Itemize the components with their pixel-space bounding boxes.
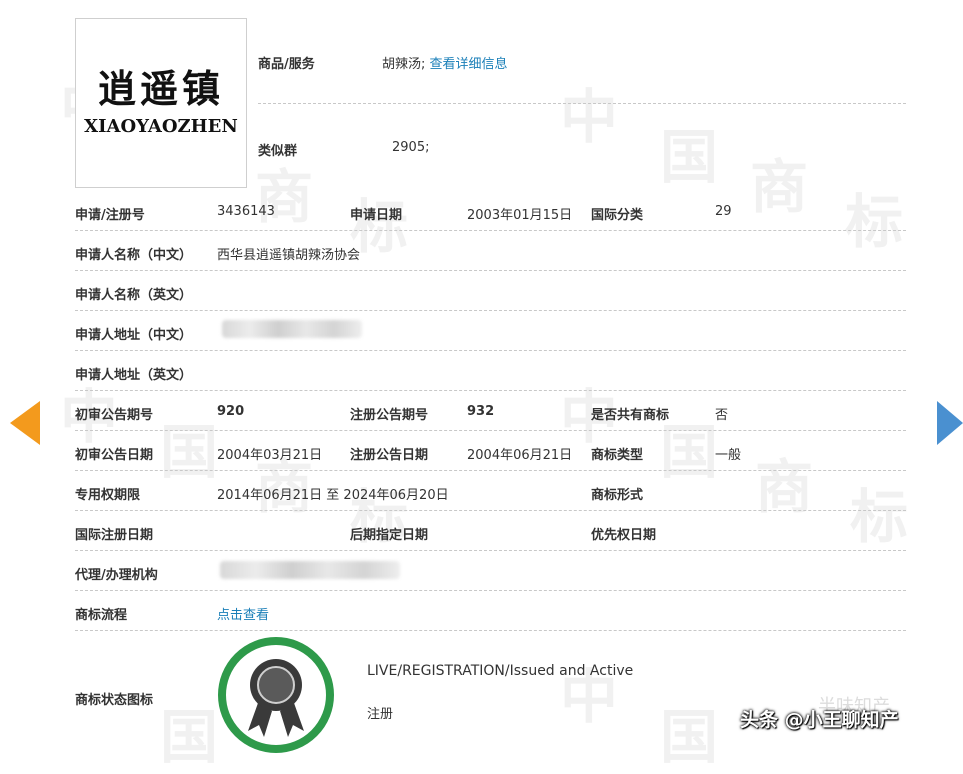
intl-class-value: 29	[715, 204, 732, 219]
prelim-no-label: 初审公告期号	[75, 408, 154, 423]
reg-pub-date-label: 注册公告日期	[350, 448, 429, 463]
mark-form-label: 商标形式	[591, 488, 644, 503]
reg-pub-date-value: 2004年06月21日	[467, 448, 573, 463]
agent-label: 代理/办理机构	[75, 568, 158, 583]
divider	[75, 310, 906, 311]
redacted-agent	[220, 561, 400, 579]
prelim-date-label: 初审公告日期	[75, 448, 154, 463]
reg-no-value: 3436143	[217, 204, 275, 219]
reg-pub-no-value: 932	[467, 404, 495, 419]
divider	[258, 103, 906, 104]
status-icon-label: 商标状态图标	[75, 693, 154, 708]
divider	[75, 390, 906, 391]
reg-no-label: 申请/注册号	[75, 208, 145, 223]
apply-date-label: 申请日期	[350, 208, 403, 223]
watermark: 国	[160, 418, 219, 486]
similar-group-value: 2905;	[392, 140, 430, 155]
later-desig-label: 后期指定日期	[350, 528, 429, 543]
ribbon-award-icon	[248, 659, 304, 737]
apply-date-value: 2003年01月15日	[467, 208, 573, 223]
status-badge-icon	[218, 637, 334, 753]
process-label: 商标流程	[75, 608, 128, 623]
address-cn-label: 申请人地址（中文）	[75, 328, 193, 343]
intl-class-label: 国际分类	[591, 208, 644, 223]
address-en-label: 申请人地址（英文）	[75, 368, 193, 383]
shared-value: 否	[715, 408, 729, 423]
exclusive-label: 专用权期限	[75, 488, 141, 503]
prelim-no-value: 920	[217, 404, 245, 419]
divider	[75, 470, 906, 471]
watermark: 标	[850, 483, 909, 551]
reg-pub-no-label: 注册公告期号	[350, 408, 429, 423]
divider	[75, 270, 906, 271]
status-en: LIVE/REGISTRATION/Issued and Active	[367, 663, 634, 679]
applicant-cn-label: 申请人名称（中文）	[75, 248, 193, 263]
watermark: 商	[750, 153, 809, 221]
shared-label: 是否共有商标	[591, 408, 670, 423]
watermark: 商	[755, 453, 814, 521]
divider	[75, 550, 906, 551]
watermark: 国	[660, 123, 719, 191]
trademark-logo-cn: 逍遥镇	[97, 65, 224, 111]
divider	[75, 510, 906, 511]
prelim-date-value: 2004年03月21日	[217, 448, 323, 463]
next-arrow-icon[interactable]	[937, 401, 963, 445]
status-cn: 注册	[367, 707, 394, 722]
source-watermark: 头条 @小王聊知产	[740, 709, 899, 731]
mark-type-label: 商标类型	[591, 448, 644, 463]
process-view-link[interactable]: 点击查看	[217, 604, 269, 623]
watermark: 国	[160, 703, 219, 771]
divider	[75, 590, 906, 591]
applicant-en-label: 申请人名称（英文）	[75, 288, 193, 303]
trademark-logo-en: XIAOYAOZHEN	[84, 115, 238, 137]
watermark: 商	[255, 163, 314, 231]
exclusive-value: 2014年06月21日 至 2024年06月20日	[217, 488, 449, 503]
mark-type-value: 一般	[715, 448, 742, 463]
goods-label: 商品/服务	[258, 57, 315, 72]
trademark-image: 逍遥镇 XIAOYAOZHEN	[75, 18, 247, 188]
goods-detail-link[interactable]: 查看详细信息	[430, 57, 508, 72]
similar-group-label: 类似群	[258, 144, 298, 159]
priority-label: 优先权日期	[591, 528, 657, 543]
redacted-address	[222, 320, 362, 338]
divider	[75, 630, 906, 631]
divider	[75, 430, 906, 431]
goods-value: 胡辣汤;	[382, 57, 426, 72]
watermark: 国	[660, 703, 719, 771]
intl-reg-date-label: 国际注册日期	[75, 528, 154, 543]
watermark: 中	[560, 83, 619, 151]
watermark: 标	[845, 188, 904, 256]
divider	[75, 230, 906, 231]
prev-arrow-icon[interactable]	[10, 401, 40, 445]
divider	[75, 350, 906, 351]
goods-value-wrap: 胡辣汤; 查看详细信息	[382, 53, 508, 72]
applicant-cn-value: 西华县逍遥镇胡辣汤协会	[217, 248, 361, 263]
